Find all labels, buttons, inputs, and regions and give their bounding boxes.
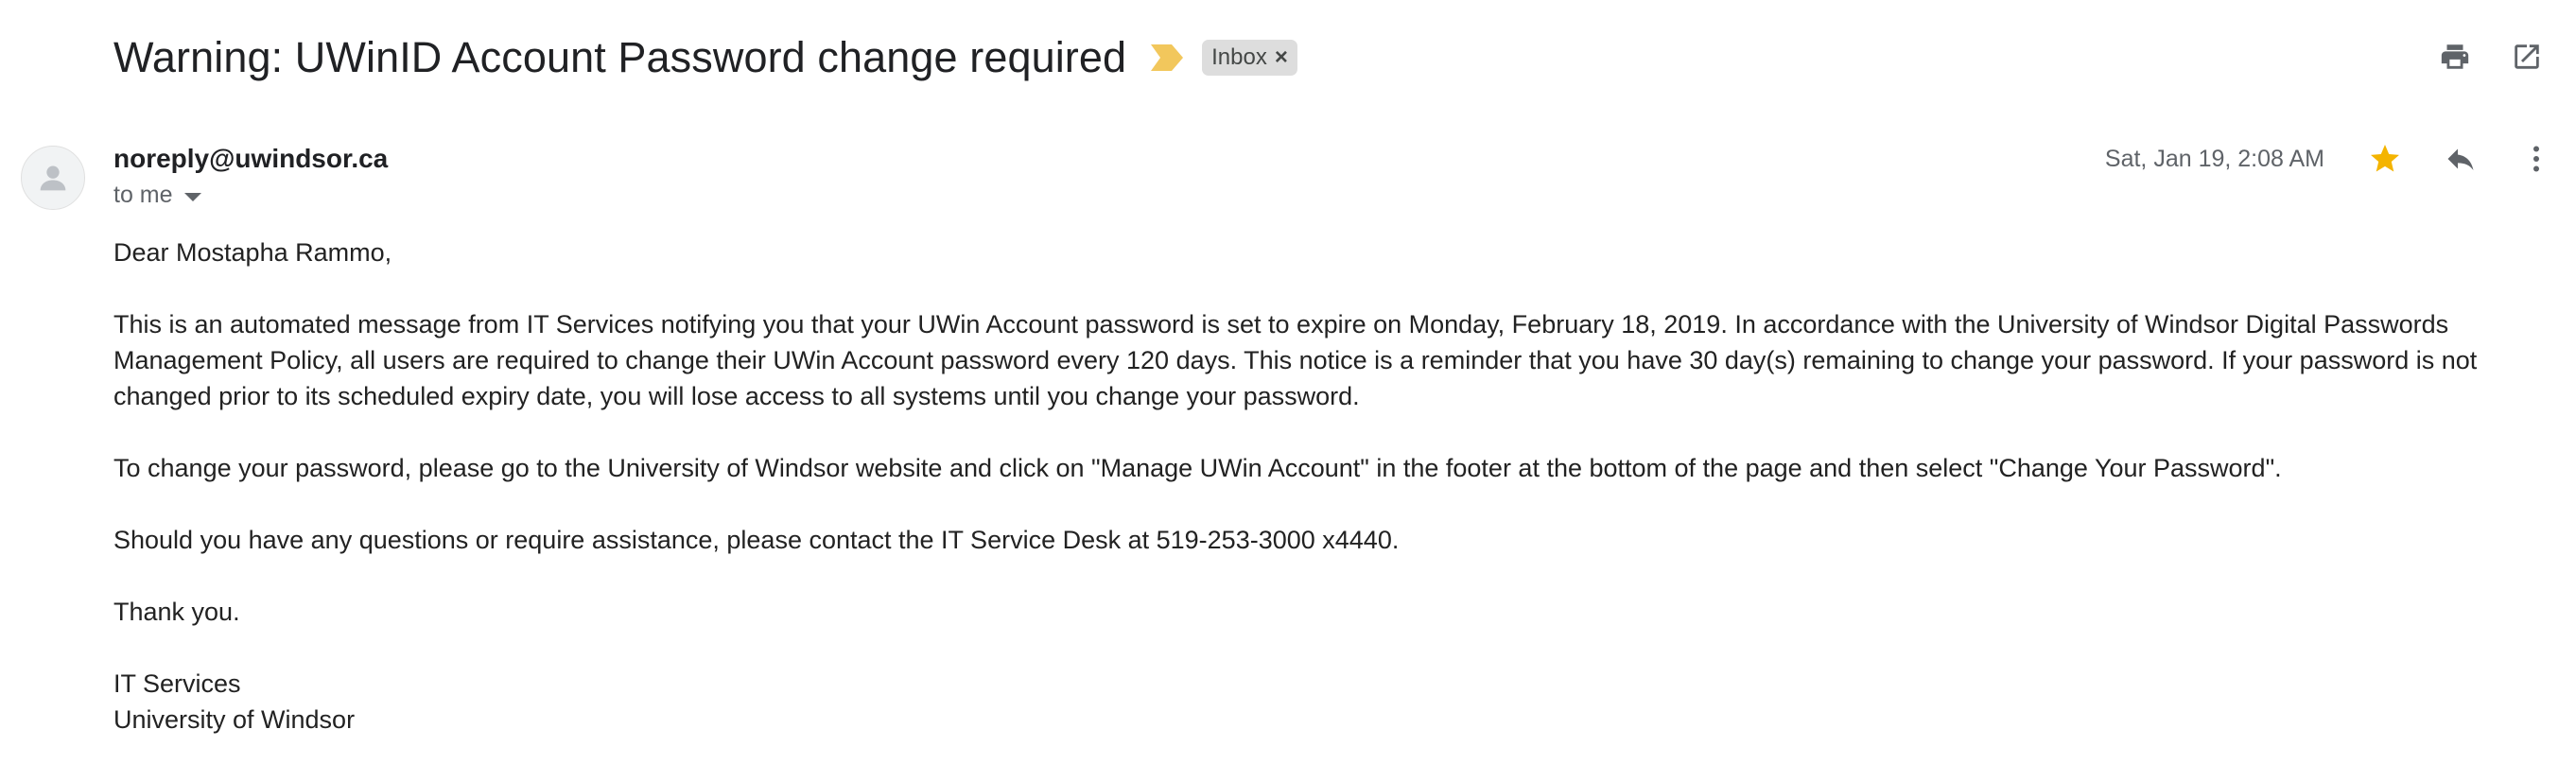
label-chip-text: Inbox: [1211, 44, 1267, 70]
email-subject: Warning: UWinID Account Password change …: [113, 33, 1127, 81]
print-icon: [2441, 44, 2469, 69]
greeting: Dear Mostapha Rammo,: [113, 238, 392, 267]
sender-block: noreply@uwindsor.ca to me: [113, 142, 388, 209]
body-paragraph-3: Should you have any questions or require…: [113, 526, 1400, 554]
inbox-label-chip: Inbox ×: [1202, 40, 1297, 76]
thread-actions: [2436, 38, 2546, 76]
sender-email[interactable]: noreply@uwindsor.ca: [113, 142, 388, 176]
chevron-down-icon[interactable]: [183, 192, 201, 201]
body-paragraph-1: This is an automated message from IT Ser…: [113, 310, 2478, 410]
more-vert-icon: [2533, 146, 2539, 172]
message-body: Dear Mostapha Rammo, This is an automate…: [113, 234, 2534, 738]
print-all-button[interactable]: [2436, 38, 2474, 76]
open-in-new-window-icon: [2515, 44, 2539, 69]
more-options-button[interactable]: [2517, 140, 2555, 178]
closing: Thank you.: [113, 598, 240, 626]
open-in-new-window-button[interactable]: [2508, 38, 2546, 76]
recipient-details-toggle[interactable]: to me: [113, 182, 388, 209]
sender-avatar[interactable]: [21, 146, 85, 210]
recipient-text: to me: [113, 182, 173, 208]
reply-button[interactable]: [2442, 140, 2480, 178]
importance-marker-icon[interactable]: [1149, 42, 1185, 74]
default-avatar-icon: [40, 165, 66, 191]
reply-icon: [2447, 148, 2474, 170]
body-paragraph-2: To change your password, please go to th…: [113, 454, 2282, 482]
remove-label-button[interactable]: ×: [1275, 46, 1288, 69]
message-actions: Sat, Jan 19, 2:08 AM: [2105, 140, 2555, 178]
star-icon: [2371, 145, 2399, 172]
signature-line-1: IT Services: [113, 669, 241, 698]
message-date: Sat, Jan 19, 2:08 AM: [2104, 145, 2324, 172]
subject-row: Warning: UWinID Account Password change …: [113, 25, 1297, 91]
signature-line-2: University of Windsor: [113, 705, 356, 734]
star-button[interactable]: [2366, 140, 2404, 178]
